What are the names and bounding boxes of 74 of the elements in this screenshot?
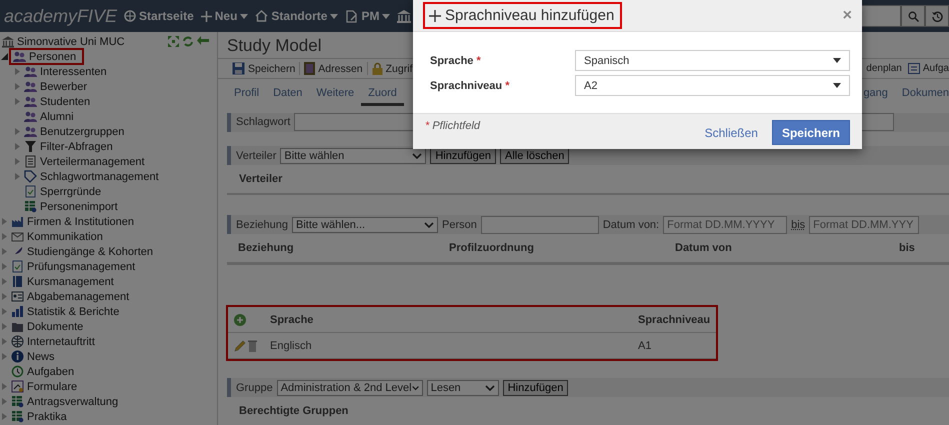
tree-item[interactable]: Internetauftritt (27, 336, 95, 348)
save-button[interactable]: Speichern (772, 120, 850, 145)
column-header: Sprachniveau (638, 314, 712, 326)
tree-root[interactable]: Simonvative Uni MUC (17, 36, 125, 48)
select-field[interactable]: Lesen (426, 380, 499, 396)
tree-item[interactable]: Schlagwortmanagement (40, 170, 159, 182)
tab[interactable]: Weitere (309, 87, 362, 106)
field-label: bis (791, 218, 806, 231)
tree-item[interactable]: Personenimport (40, 200, 118, 212)
tree-item[interactable]: Studiengänge & Kohorten (27, 246, 153, 258)
tree-item[interactable]: Firmen & Institutionen (27, 216, 134, 228)
tree-item[interactable]: Dokumente (27, 320, 84, 332)
tab[interactable]: gang (863, 87, 888, 106)
tree-item[interactable]: Studenten (40, 96, 90, 108)
section-heading: Berechtigte Gruppen (238, 404, 350, 420)
required-note: * Pflichtfeld (425, 120, 480, 132)
close-button[interactable]: × (842, 6, 852, 24)
field-label: Sprache * (430, 54, 482, 66)
toolbar-button[interactable]: denplan (866, 63, 902, 74)
tree-item[interactable]: Formulare (27, 380, 78, 392)
tree-item[interactable]: Benutzergruppen (40, 126, 124, 138)
tab[interactable]: Profil (227, 87, 266, 106)
tree-item[interactable]: Antragsverwaltung (27, 396, 118, 408)
table-cell-text: Englisch (270, 340, 313, 352)
field-label: Gruppe (236, 382, 273, 394)
tab[interactable]: Dokumen (902, 87, 949, 106)
tab[interactable]: Daten (266, 87, 310, 106)
select-field[interactable]: Bitte wählen... (292, 216, 438, 233)
tree-item[interactable]: Interessenten (40, 66, 107, 78)
close-link[interactable]: Schließen (704, 126, 758, 140)
action-button[interactable]: Hinzufügen (502, 380, 568, 396)
field-label: Schlagwort (236, 116, 290, 128)
toolbar-button[interactable]: Adressen (300, 62, 368, 76)
field-label: Beziehung (236, 218, 288, 231)
select-field[interactable]: Administration & 2nd Level (276, 380, 423, 396)
tree-item[interactable]: Personen (29, 50, 76, 62)
tree-item[interactable]: Kursmanagement (27, 276, 114, 288)
select-field[interactable]: Spanisch (575, 50, 850, 71)
nav-menu-item[interactable]: PM (345, 9, 390, 23)
field-label: Datum von: (602, 218, 660, 231)
select-field[interactable]: A2 (575, 75, 850, 96)
toolbar-button[interactable]: Aufga (908, 63, 949, 74)
dialog-title: Sprachniveau hinzufügen (423, 2, 622, 29)
column-header: Profilzuordnung (449, 242, 535, 254)
nav-menu-item[interactable]: Startseite (124, 9, 194, 23)
date-field[interactable]: Format DD.MM.YYY (809, 216, 920, 234)
logo[interactable]: academyFIVE (4, 4, 118, 28)
date-field[interactable]: Format DD.MM.YYYY (663, 216, 788, 234)
tree-item[interactable]: Filter-Abfragen (40, 140, 113, 152)
select-field[interactable]: Bitte wählen (280, 148, 426, 164)
tree-item[interactable]: Abgabemanagement (27, 290, 130, 302)
field-label: Verteiler (236, 150, 276, 162)
tree-item[interactable]: Statistik & Berichte (27, 306, 120, 318)
tree-item[interactable]: Praktika (27, 410, 67, 422)
tree-item[interactable]: Bewerber (40, 80, 88, 92)
tree-item[interactable]: Verteilermanagement (40, 156, 145, 168)
field-label: Sprachniveau * (430, 80, 510, 92)
nav-menu-item[interactable]: Neu (200, 9, 248, 23)
table-cell-text: A1 (638, 340, 652, 352)
page-title: Study Model (227, 36, 322, 57)
toolbar-button[interactable]: Speichern (228, 62, 300, 76)
column-header: Datum von (675, 242, 733, 254)
tree-item[interactable]: Alumni (40, 110, 74, 122)
field-label: Person (442, 218, 477, 231)
tree-item[interactable]: Aufgaben (27, 366, 74, 378)
tree-item[interactable]: Sperrgründe (40, 186, 102, 198)
tree-item[interactable]: News (27, 350, 55, 362)
nav-menu-item[interactable]: Standorte (255, 9, 338, 23)
column-header: bis (899, 242, 916, 254)
tree-item[interactable]: Prüfungsmanagement (27, 260, 136, 272)
column-header: Sprache (270, 314, 314, 326)
column-header: Beziehung (238, 242, 295, 254)
tab[interactable]: Zuord (361, 87, 404, 106)
tree-item[interactable]: Kommunikation (27, 230, 103, 242)
